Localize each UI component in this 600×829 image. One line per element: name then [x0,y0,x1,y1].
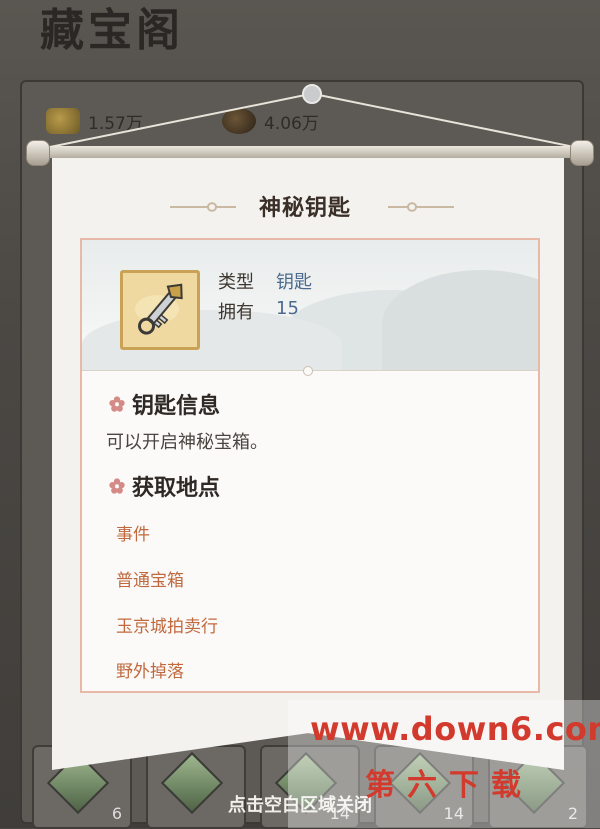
source-link-common-chest[interactable]: 普通宝箱 [116,566,184,591]
currency-ore: 4.06万 [222,108,319,134]
type-label: 类型 [218,272,254,293]
info-section-heading: 钥匙信息 [108,388,220,420]
divider-dot [303,366,313,376]
flower-icon [109,396,125,412]
gold-ingot-icon [46,108,80,134]
source-section-heading: 获取地点 [108,470,220,502]
cloud-ornament-left-icon [170,202,236,212]
shop-title: 藏宝阁 [40,5,184,56]
cloud-ornament-right-icon [388,202,454,212]
source-link-field-drop[interactable]: 野外掉落 [116,657,184,682]
type-value: 钥匙 [276,272,312,293]
owned-label: 拥有 [218,302,254,323]
source-link-auction-house[interactable]: 玉京城拍卖行 [116,612,218,637]
watermark-url: www.down6.com [310,710,600,748]
item-icon-frame [120,270,200,350]
flower-icon [109,478,125,494]
source-link-event[interactable]: 事件 [116,520,150,545]
scroll-rod [32,146,586,158]
watermark-site-name: 第六下载 [365,768,533,803]
item-title: 神秘钥匙 [258,196,351,221]
currency-ore-value: 4.06万 [264,113,319,134]
info-heading-text: 钥匙信息 [132,394,221,419]
key-icon [135,283,183,335]
item-description: 可以开启神秘宝箱。 [106,432,268,453]
scroll-rod-cap-right [570,140,594,166]
scroll-rod-cap-left [26,140,50,166]
hanging-pin [302,84,322,104]
mountain-decoration [382,270,538,370]
source-heading-text: 获取地点 [132,476,221,501]
owned-value: 15 [276,298,299,319]
